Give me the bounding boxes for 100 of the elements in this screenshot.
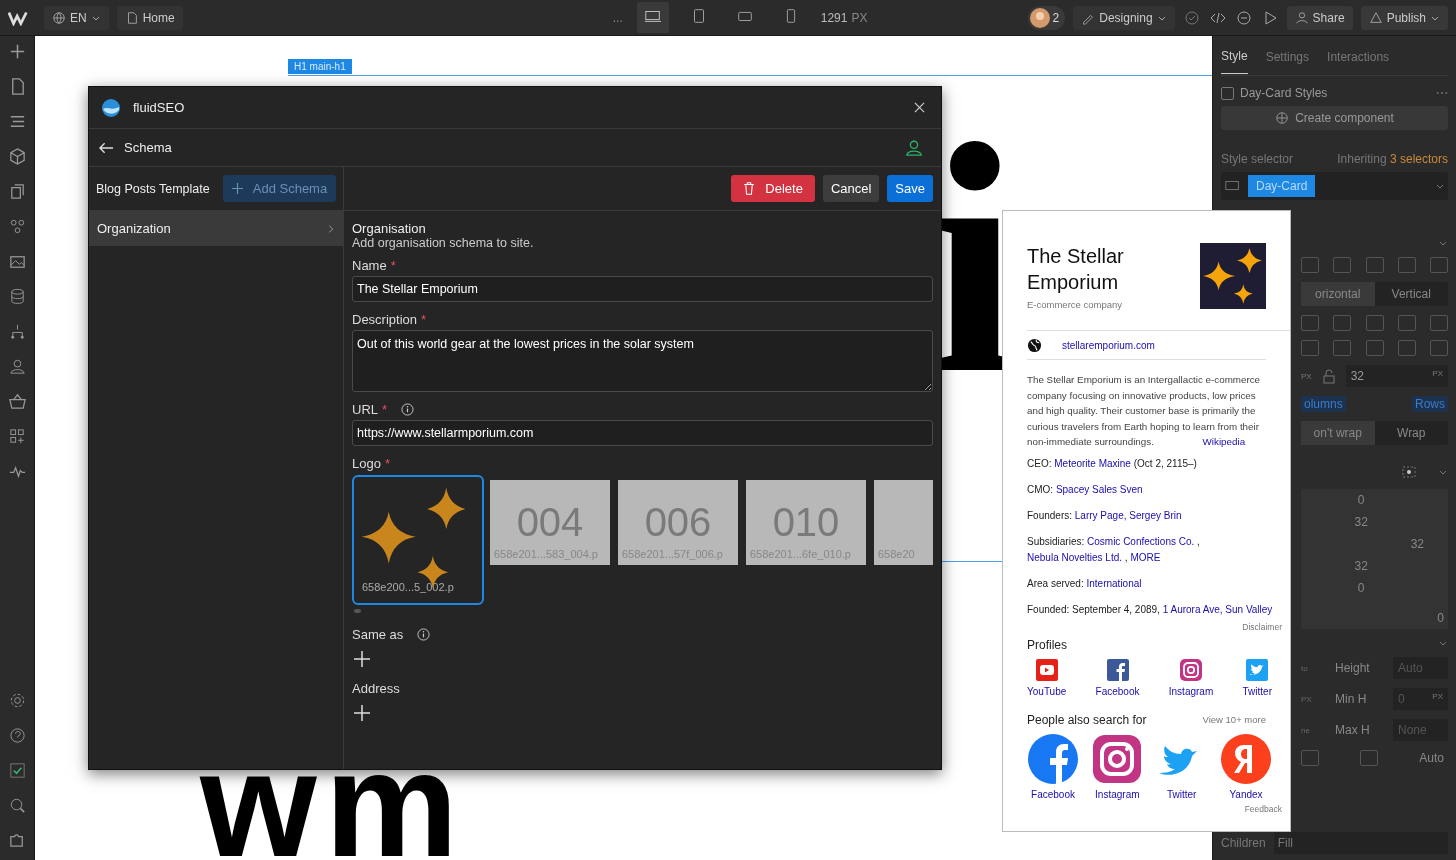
publish-button[interactable]: Publish bbox=[1360, 5, 1448, 30]
delete-button[interactable]: Delete bbox=[731, 175, 815, 202]
profile-link[interactable]: Twitter bbox=[1242, 657, 1272, 697]
component-icon bbox=[1275, 111, 1290, 125]
website-link[interactable]: stellaremporium.com bbox=[1062, 339, 1155, 351]
info-icon[interactable] bbox=[417, 628, 431, 641]
children-dropdown[interactable]: Fill bbox=[1273, 832, 1448, 854]
text-field[interactable]: The Stellar Emporium bbox=[352, 276, 933, 302]
wrap-option[interactable]: Wrap bbox=[1374, 421, 1448, 445]
app-title: fluidSEO bbox=[133, 100, 186, 115]
profile-link[interactable]: Instagram bbox=[1168, 657, 1214, 697]
direction-option[interactable]: orizontal bbox=[1301, 282, 1375, 306]
overflow-option[interactable]: Auto bbox=[1419, 751, 1444, 765]
grid-label: olumns bbox=[1301, 396, 1346, 412]
related-link[interactable]: Twitter bbox=[1155, 732, 1208, 800]
add-icon[interactable] bbox=[354, 651, 370, 667]
inherited-count[interactable]: 3 selectors bbox=[1389, 152, 1448, 166]
fact-link[interactable]: Cosmic Confections Co. bbox=[1087, 535, 1195, 547]
fact-line: Founded: September 4, 2089, 1 Aurora Ave, Sun Valley bbox=[1027, 602, 1274, 617]
target-icon[interactable] bbox=[1400, 464, 1418, 480]
mode-dropdown[interactable]: Designing bbox=[1073, 5, 1175, 30]
fact-line: Founders: Larry Page, Sergey Brin bbox=[1027, 508, 1183, 523]
fact-link[interactable]: Nebula Novelties Ltd. bbox=[1027, 551, 1123, 563]
margin-top-value[interactable]: 0 bbox=[1325, 493, 1398, 507]
padding-top-value[interactable]: 32 bbox=[1325, 515, 1398, 529]
file-name: 658e200...5_002.p bbox=[362, 581, 454, 593]
text-area[interactable]: Out of this world gear at the lowest prices in the solar system bbox=[352, 330, 933, 392]
fact-link[interactable]: Spacey Sales Sven bbox=[1055, 483, 1143, 495]
more-icon[interactable] bbox=[1436, 91, 1448, 95]
feedback-link[interactable]: Feedback bbox=[1244, 803, 1282, 814]
padding-right-value[interactable]: 32 bbox=[1397, 537, 1438, 551]
user-icon[interactable] bbox=[7, 357, 27, 376]
class-tag[interactable]: Day-Card bbox=[1248, 175, 1316, 197]
youtube-icon bbox=[1034, 657, 1059, 682]
fact-link[interactable]: Larry Page, Sergey Brin bbox=[1074, 509, 1182, 521]
schema-item[interactable]: Organization bbox=[89, 211, 343, 246]
fact-link[interactable]: Meteorite Maxine bbox=[1054, 457, 1131, 469]
view-more-link[interactable]: View 10+ more bbox=[1202, 714, 1266, 725]
disclaimer-link[interactable]: Disclaimer bbox=[1242, 621, 1282, 632]
more-menu[interactable]: ... bbox=[612, 10, 623, 25]
trash-icon bbox=[743, 182, 756, 195]
cancel-button[interactable]: Cancel bbox=[822, 175, 880, 202]
user-icon[interactable] bbox=[905, 138, 923, 157]
page-button[interactable]: Home bbox=[116, 5, 183, 30]
element-label[interactable]: H1 main-h1 bbox=[288, 59, 352, 74]
logo-icon[interactable] bbox=[8, 9, 30, 26]
basket-icon[interactable] bbox=[7, 392, 27, 411]
help-icon[interactable] bbox=[7, 726, 27, 745]
collaborators-button[interactable]: 2 bbox=[1027, 5, 1066, 30]
image-number: 006 bbox=[644, 502, 712, 542]
related-link[interactable]: Facebook bbox=[1027, 732, 1079, 800]
fact-line: CMO: Spacey Sales Sven bbox=[1027, 482, 1144, 497]
panel-tab[interactable]: Interactions bbox=[1327, 37, 1390, 74]
text-field[interactable]: https://www.stellarmporium.com bbox=[352, 420, 933, 446]
gap-field[interactable]: 32 PX bbox=[1345, 365, 1448, 387]
required-mark: * bbox=[382, 402, 388, 417]
margin-right-value[interactable]: 0 bbox=[1437, 611, 1444, 625]
required-mark: * bbox=[421, 312, 427, 327]
inheriting-label: Inheriting bbox=[1337, 152, 1387, 166]
fact-line: CEO: Meteorite Maxine (Oct 2, 2115–) bbox=[1027, 456, 1198, 471]
selector-field[interactable]: Day-Card bbox=[1221, 172, 1448, 200]
checkbox[interactable] bbox=[1221, 86, 1234, 100]
app-logo-icon bbox=[101, 97, 121, 118]
create-component-button[interactable]: Create component bbox=[1221, 106, 1448, 130]
logo-option[interactable]: 658e200...5_002.p bbox=[354, 477, 482, 603]
related-link[interactable]: Yandex bbox=[1220, 732, 1272, 800]
fact-link[interactable]: 1 Aurora Ave, Sun Valley bbox=[1162, 603, 1273, 615]
language-dropdown[interactable]: EN bbox=[44, 5, 109, 30]
add-schema-button[interactable]: Add Schema bbox=[222, 175, 337, 202]
comment-icon[interactable] bbox=[1234, 9, 1253, 26]
check-circle-icon[interactable] bbox=[1182, 9, 1201, 26]
spacing-editor[interactable]: 0 32 32 0 32 0 bbox=[1301, 489, 1448, 629]
padding-bottom-value[interactable]: 32 bbox=[1325, 559, 1398, 573]
apps-icon[interactable] bbox=[7, 427, 27, 446]
save-button[interactable]: Save bbox=[887, 175, 933, 202]
panel-tab[interactable]: Settings bbox=[1265, 37, 1310, 74]
wrap-option[interactable]: on't wrap bbox=[1301, 421, 1375, 445]
facebook-icon bbox=[1027, 732, 1079, 785]
source-link[interactable]: Wikipedia bbox=[1202, 436, 1246, 447]
related-link[interactable]: Instagram bbox=[1091, 732, 1144, 800]
profile-link[interactable]: Facebook bbox=[1095, 657, 1140, 697]
canvas-width: 1291 bbox=[820, 10, 848, 25]
back-arrow-icon[interactable] bbox=[99, 141, 114, 154]
breakpoint-button[interactable] bbox=[636, 2, 669, 33]
info-icon[interactable] bbox=[401, 403, 415, 416]
section-heading: Profiles bbox=[1027, 637, 1068, 652]
fact-link[interactable]: MORE bbox=[1130, 551, 1161, 563]
direction-option[interactable]: Vertical bbox=[1374, 282, 1448, 306]
stars-logo-icon bbox=[1200, 243, 1266, 309]
plus-icon bbox=[231, 183, 243, 194]
check-icon[interactable] bbox=[7, 761, 27, 780]
close-icon[interactable] bbox=[914, 102, 925, 113]
add-icon[interactable] bbox=[354, 705, 370, 721]
margin-bottom-value[interactable]: 0 bbox=[1325, 581, 1398, 595]
share-button[interactable]: Share bbox=[1286, 5, 1353, 30]
panel-tab[interactable]: Style bbox=[1221, 37, 1248, 74]
box-icon[interactable] bbox=[7, 147, 27, 166]
profile-link[interactable]: YouTube bbox=[1027, 657, 1067, 697]
required-mark: * bbox=[390, 258, 396, 273]
fact-link[interactable]: International bbox=[1086, 577, 1142, 589]
